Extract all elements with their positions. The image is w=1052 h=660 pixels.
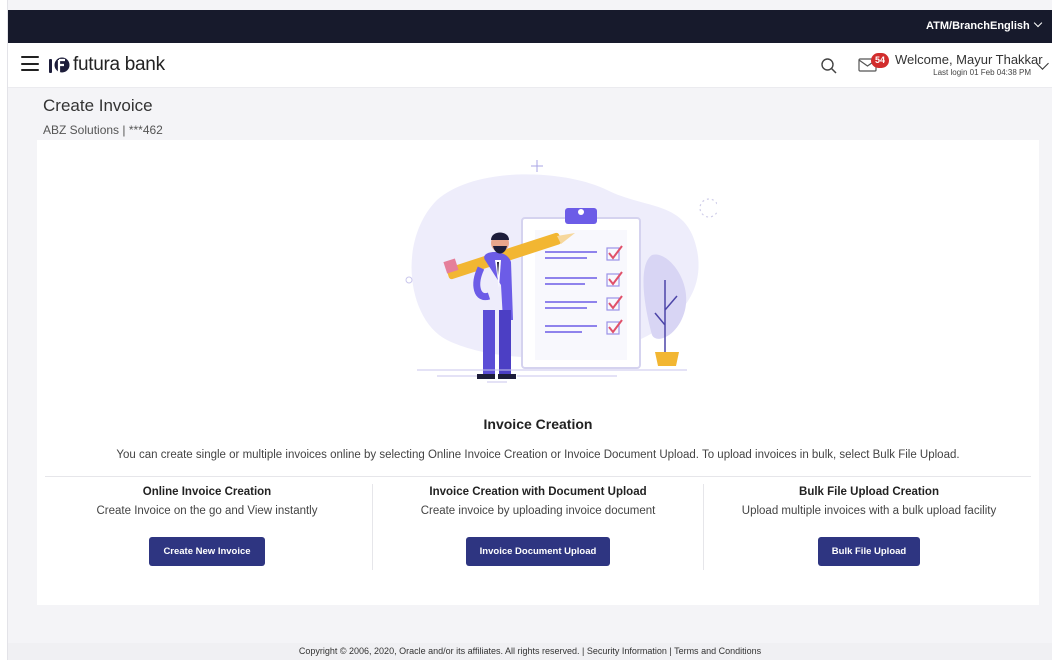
invoice-document-upload-button[interactable]: Invoice Document Upload: [465, 537, 611, 566]
page-title: Create Invoice: [43, 96, 153, 115]
footer: Copyright © 2006, 2020, Oracle and/or it…: [8, 643, 1052, 660]
option-title: Bulk File Upload Creation: [799, 486, 939, 498]
welcome-text: Welcome, Mayur Thakkar: [895, 52, 1043, 67]
search-icon[interactable]: [820, 57, 838, 75]
section-title: Invoice Creation: [483, 416, 593, 432]
option-description: Create invoice by uploading invoice docu…: [420, 505, 656, 517]
app-header: futura bank 54 Welcome, Mayur Thakkar La…: [8, 43, 1052, 88]
account-info: ABZ Solutions | ***462: [43, 123, 163, 137]
top-bar: ATM/Branch English: [8, 10, 1052, 43]
last-login-text: Last login 01 Feb 04:38 PM: [933, 68, 1031, 77]
brand-logo[interactable]: futura bank: [48, 53, 165, 77]
language-label: English: [990, 20, 1030, 32]
option-description: Create Invoice on the go and View instan…: [96, 505, 318, 517]
option-online-invoice: Online Invoice Creation Create Invoice o…: [42, 486, 372, 566]
notification-badge: 54: [871, 53, 889, 68]
option-description: Upload multiple invoices with a bulk upl…: [741, 505, 997, 517]
create-new-invoice-button[interactable]: Create New Invoice: [149, 537, 265, 566]
invoice-creation-card: Invoice Creation You can create single o…: [37, 140, 1039, 605]
menu-icon[interactable]: [21, 56, 39, 71]
atm-branch-link[interactable]: ATM/Branch: [926, 10, 990, 43]
language-selector[interactable]: English: [990, 10, 1042, 43]
option-title: Invoice Creation with Document Upload: [429, 486, 647, 498]
brand-name: futura bank: [73, 54, 165, 75]
chevron-down-icon: [1033, 18, 1042, 28]
option-bulk-upload: Bulk File Upload Creation Upload multipl…: [704, 486, 1034, 566]
window-edge: [0, 0, 8, 660]
user-menu[interactable]: Welcome, Mayur Thakkar Last login 01 Feb…: [895, 52, 1043, 77]
footer-separator: |: [579, 646, 587, 656]
invoice-checklist-illustration: [405, 160, 717, 383]
footer-separator: |: [666, 646, 675, 656]
security-information-link[interactable]: Security Information: [587, 646, 667, 656]
bulk-file-upload-button[interactable]: Bulk File Upload: [817, 537, 921, 566]
divider: [45, 476, 1031, 477]
terms-link[interactable]: Terms and Conditions: [674, 646, 761, 656]
futura-logo-icon: [49, 57, 70, 73]
option-title: Online Invoice Creation: [142, 486, 272, 498]
section-description: You can create single or multiple invoic…: [116, 449, 960, 461]
option-document-upload: Invoice Creation with Document Upload Cr…: [373, 486, 703, 566]
copyright-text: Copyright © 2006, 2020, Oracle and/or it…: [298, 646, 580, 656]
